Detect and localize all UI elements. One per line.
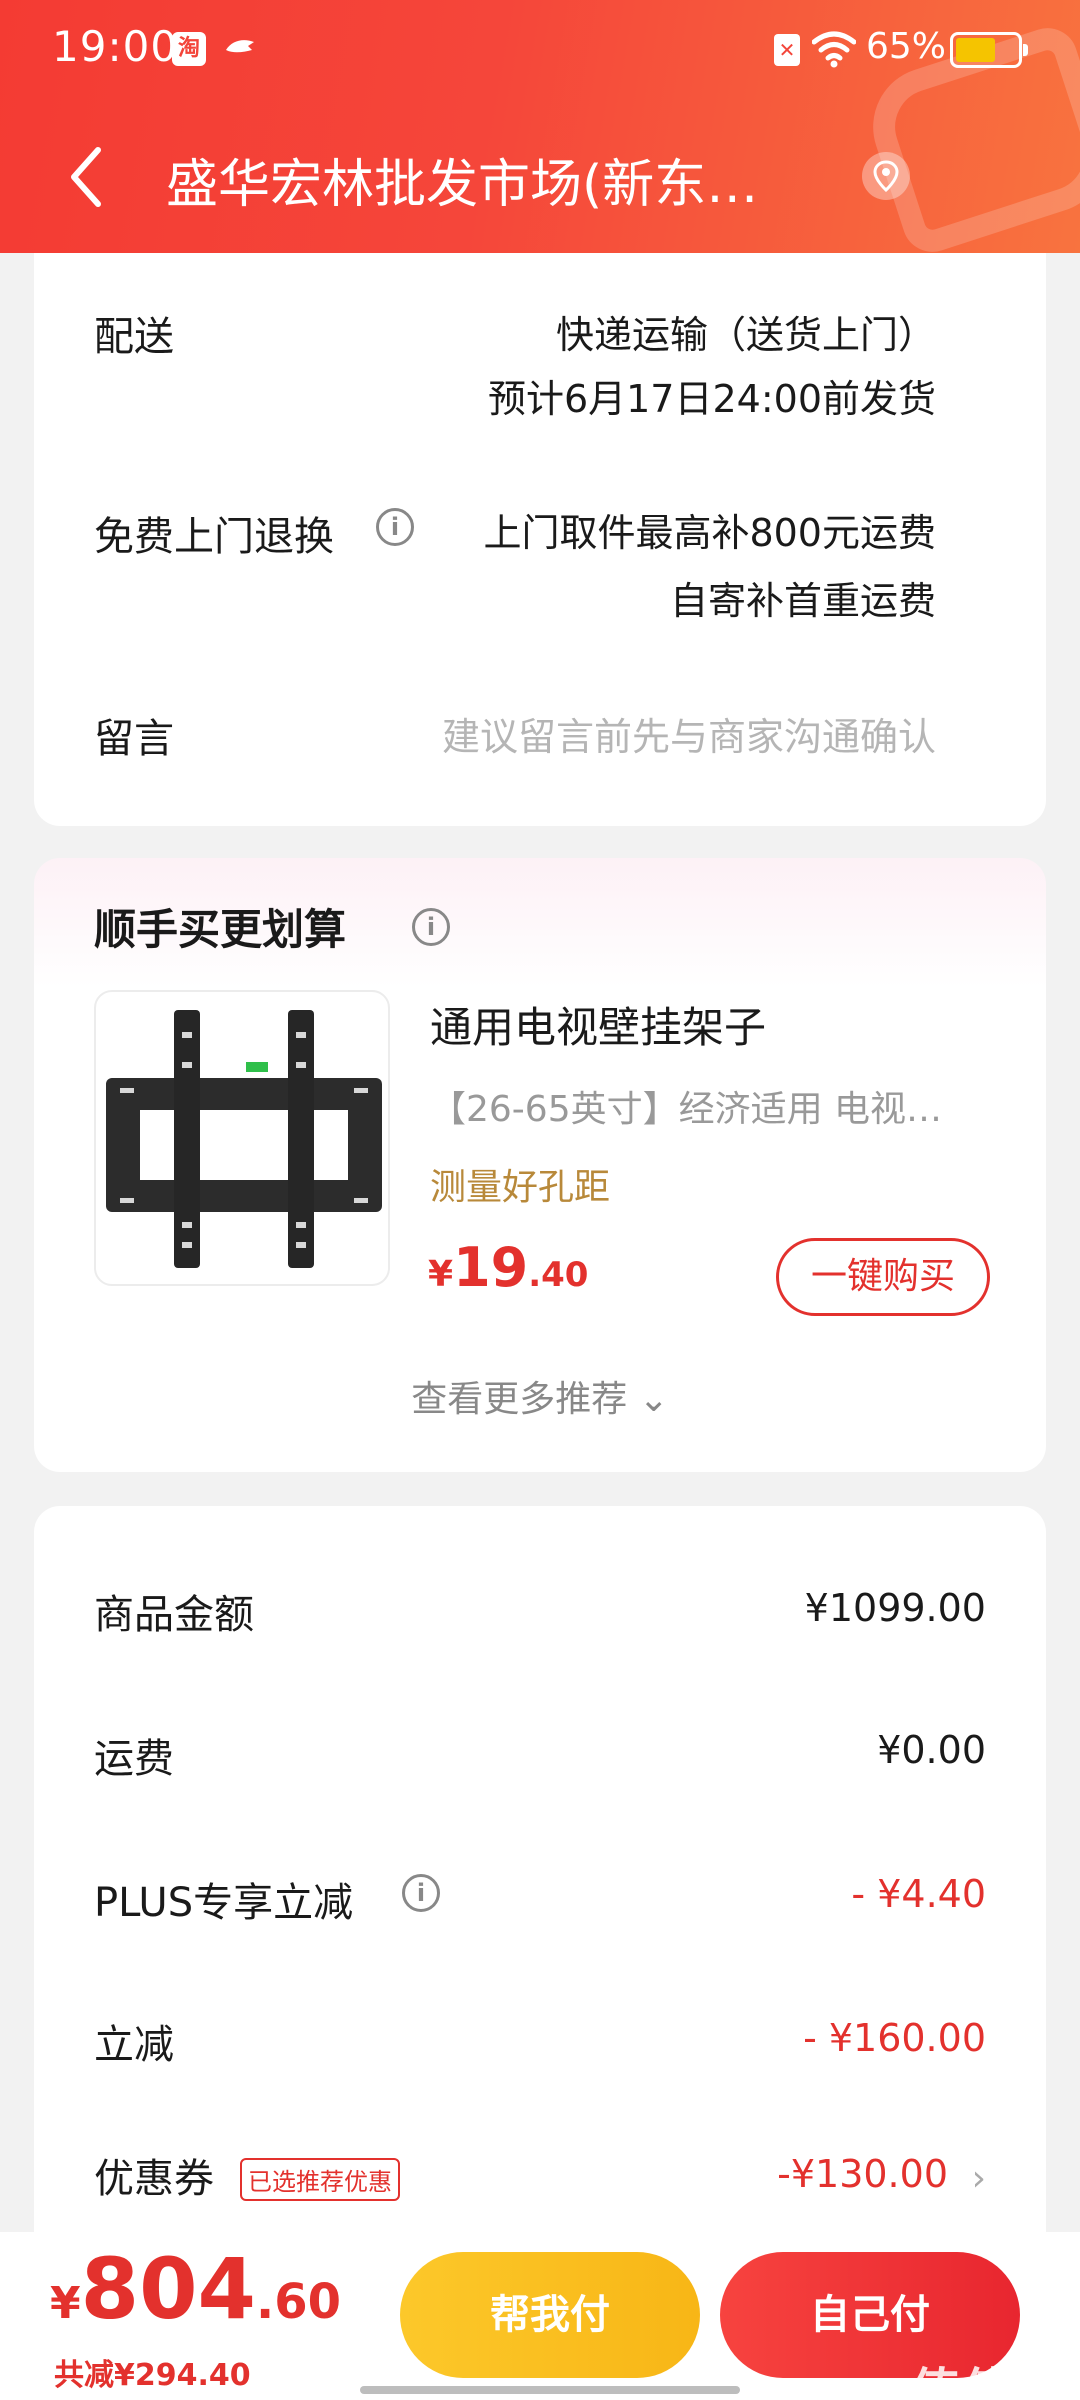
- status-bar: 19:00 淘 ✕ 65%: [0, 0, 1080, 100]
- recommend-title: 顺手买更划算: [94, 896, 346, 957]
- recommend-card: 顺手买更划算 i 通用电视壁挂架子 【26-65英寸】经济适用 电视… 测量好孔…: [34, 858, 1046, 1472]
- goods-amount-value: ¥1099.00: [804, 1586, 986, 1630]
- total-saved: 共减¥294.40: [54, 2358, 251, 2393]
- order-info-card: 配送 快递运输（送货上门） 预计6月17日24:00前发货 免费上门退换 i 上…: [34, 200, 1046, 826]
- plus-info-icon[interactable]: i: [402, 1874, 440, 1912]
- home-indicator[interactable]: [360, 2386, 740, 2394]
- shipping-value: ¥0.00: [877, 1728, 986, 1772]
- coupon-value[interactable]: -¥130.00: [777, 2152, 948, 2196]
- taobao-notification-icon: 淘: [172, 32, 206, 66]
- battery-percent: 65%: [866, 26, 947, 67]
- info-icon[interactable]: i: [376, 508, 414, 546]
- nav-bar: 盛华宏林批发市场(新东…: [0, 120, 1080, 230]
- price-decimal: .40: [528, 1255, 589, 1295]
- bird-notification-icon: [226, 40, 254, 53]
- help-me-pay-button[interactable]: 帮我付: [400, 2252, 700, 2378]
- price-symbol: ¥: [428, 1254, 454, 1295]
- no-sim-icon: ✕: [774, 34, 800, 66]
- location-pin-icon[interactable]: [862, 152, 910, 200]
- goods-amount-label: 商品金额: [94, 1592, 254, 1638]
- delivery-method[interactable]: 快递运输（送货上门）: [556, 304, 936, 359]
- delivery-label: 配送: [94, 314, 174, 360]
- coupon-recommended-tag: 已选推荐优惠: [240, 2158, 400, 2201]
- price-integer: 19: [453, 1236, 529, 1299]
- product-name[interactable]: 通用电视壁挂架子: [430, 994, 766, 1055]
- battery-level: [956, 38, 995, 62]
- plus-discount-value: - ¥4.40: [851, 1872, 986, 1916]
- more-recommendations-link[interactable]: 查看更多推荐 ⌄: [34, 1370, 1046, 1422]
- chevron-right-icon[interactable]: ›: [972, 2158, 986, 2199]
- total-price-symbol: ¥: [50, 2278, 81, 2329]
- product-tag: 测量好孔距: [430, 1167, 611, 1208]
- location-pin-glyph: [873, 160, 899, 193]
- wifi-icon: [812, 31, 856, 68]
- delivery-eta: 预计6月17日24:00前发货: [487, 377, 936, 421]
- instant-discount-label: 立减: [94, 2022, 174, 2068]
- page-title: 盛华宏林批发市场(新东…: [166, 155, 759, 215]
- tv-mount-bracket-image: [106, 1010, 382, 1268]
- shipping-label: 运费: [94, 1736, 174, 1782]
- total-price-integer: 804: [80, 2240, 256, 2338]
- product-image[interactable]: [94, 990, 390, 1286]
- product-description: 【26-65英寸】经济适用 电视…: [430, 1089, 943, 1130]
- total-price-decimal: .60: [255, 2274, 341, 2330]
- watermark-url: zhizhizhi.com: [980, 2388, 1062, 2400]
- instant-discount-value: - ¥160.00: [803, 2016, 986, 2060]
- free-return-label: 免费上门退换: [94, 514, 334, 560]
- free-return-note: 自寄补首重运费: [669, 579, 936, 623]
- plus-discount-label: PLUS专享立减: [94, 1880, 354, 1926]
- header: 19:00 淘 ✕ 65% 盛华宏林批发市场(新东…: [0, 0, 1080, 253]
- recommend-title-text: 顺手买更划算: [94, 905, 347, 954]
- coupon-label: 优惠券: [94, 2156, 214, 2202]
- free-return-value: 上门取件最高补800元运费: [483, 511, 936, 555]
- one-click-buy-button[interactable]: 一键购买: [776, 1238, 990, 1316]
- total-price: ¥804.60: [50, 2240, 341, 2338]
- message-label: 留言: [94, 716, 174, 762]
- recommend-info-icon[interactable]: i: [412, 908, 450, 946]
- back-arrow-icon[interactable]: [62, 144, 112, 210]
- product-price: ¥19.40: [428, 1236, 588, 1299]
- message-input[interactable]: 建议留言前先与商家沟通确认: [442, 706, 936, 761]
- battery-icon: [950, 32, 1028, 68]
- status-time: 19:00: [52, 22, 179, 71]
